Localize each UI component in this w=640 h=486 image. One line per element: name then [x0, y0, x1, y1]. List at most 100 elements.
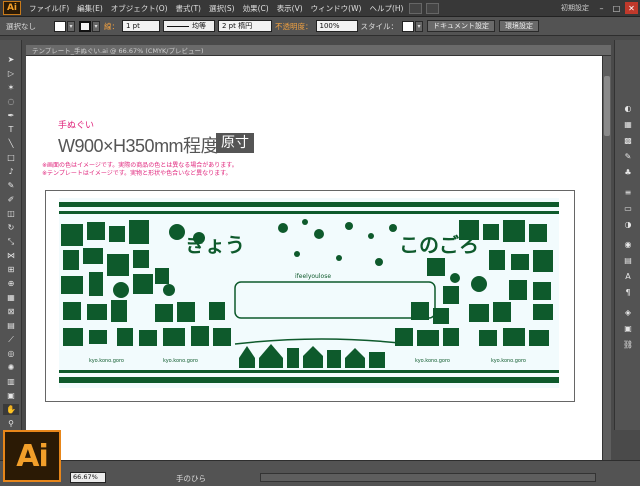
line-tool-icon[interactable]: ╲ — [3, 138, 19, 149]
menu-effect[interactable]: 効果(C) — [239, 3, 273, 14]
art-tag-4: kyo.kono.goro — [491, 358, 526, 364]
paintbrush-tool-icon[interactable]: ♪ — [3, 166, 19, 177]
selection-tool-icon[interactable]: ➤ — [3, 54, 19, 65]
maximize-icon[interactable]: □ — [610, 2, 623, 14]
menu-select[interactable]: 選択(S) — [205, 3, 239, 14]
tenugui-illustration: きょう このごろ ifeelyoulose kyo.kono.goro kyo.… — [59, 202, 559, 383]
tenugui-artwork[interactable]: きょう このごろ ifeelyoulose kyo.kono.goro kyo.… — [59, 198, 559, 388]
type-tool-icon[interactable]: T — [3, 124, 19, 135]
document-tab[interactable]: テンプレート_手ぬぐい.ai @ 66.67% (CMYK/プレビュー) — [26, 45, 611, 56]
art-text-kyou: きょう — [185, 233, 245, 257]
menu-help[interactable]: ヘルプ(H) — [365, 3, 407, 14]
menu-window[interactable]: ウィンドウ(W) — [307, 3, 366, 14]
product-size: W900×H350mm程度 — [58, 136, 219, 156]
graphic-styles-icon[interactable]: ▤ — [621, 254, 635, 266]
menu-bar: Ai ファイル(F) 編集(E) オブジェクト(O) 書式(T) 選択(S) 効… — [0, 0, 640, 17]
stroke-label[interactable]: 線： — [104, 21, 119, 32]
menu-file[interactable]: ファイル(F) — [25, 3, 73, 14]
scale-tool-icon[interactable]: ⤡ — [3, 236, 19, 247]
selection-status: 選択なし — [6, 21, 36, 31]
stroke-style-select[interactable]: 均等 — [163, 20, 215, 32]
zoom-tool-icon[interactable]: ⚲ — [3, 418, 19, 429]
perspective-grid-tool-icon[interactable]: ▦ — [3, 292, 19, 303]
links-panel-icon[interactable]: ⛓ — [621, 338, 635, 350]
stroke-style-value: 均等 — [192, 22, 206, 30]
magic-wand-tool-icon[interactable]: ✶ — [3, 82, 19, 93]
document-tab-label: テンプレート_手ぬぐい.ai @ 66.67% (CMYK/プレビュー) — [32, 47, 204, 55]
transparency-panel-icon[interactable]: ◑ — [621, 218, 635, 230]
swatches-panel-icon[interactable]: ▩ — [621, 134, 635, 146]
color-panel-icon[interactable]: ◐ — [621, 102, 635, 114]
opacity-field[interactable]: 100% — [315, 20, 358, 32]
artboard-canvas[interactable]: 手ぬぐい W900×H350mm程度 原寸 ※画面の色はイメージです。実際の商品… — [26, 56, 611, 460]
panel-dock: ◐ ▦ ▩ ✎ ♣ ≡ ▭ ◑ ◉ ▤ A ¶ ◈ ▣ ⛓ — [614, 40, 640, 430]
close-icon[interactable]: ✕ — [625, 2, 638, 14]
bridge-icon[interactable] — [409, 2, 423, 14]
art-text-feel: ifeelyoulose — [295, 273, 331, 280]
artboard-tool-icon[interactable]: ▣ — [3, 390, 19, 401]
current-tool-label: 手のひら — [176, 474, 206, 483]
color-guide-icon[interactable]: ▦ — [621, 118, 635, 130]
document-setup-button[interactable]: ドキュメント設定 — [427, 20, 495, 32]
lasso-tool-icon[interactable]: ◌ — [3, 96, 19, 107]
width-tool-icon[interactable]: ⋈ — [3, 250, 19, 261]
workspace-switcher[interactable]: 初期設定 — [561, 3, 589, 13]
chevron-down-icon[interactable]: ▾ — [415, 20, 423, 32]
arrange-documents-icon[interactable] — [426, 2, 440, 14]
symbol-sprayer-tool-icon[interactable]: ✺ — [3, 362, 19, 373]
paragraph-panel-icon[interactable]: ¶ — [621, 286, 635, 298]
product-subtitle: 手ぬぐい — [58, 121, 95, 131]
blend-tool-icon[interactable]: ◎ — [3, 348, 19, 359]
pencil-tool-icon[interactable]: ✎ — [3, 180, 19, 191]
menu-view[interactable]: 表示(V) — [273, 3, 307, 14]
art-text-konogoro: このごろ — [399, 233, 479, 257]
shape-builder-tool-icon[interactable]: ⊕ — [3, 278, 19, 289]
column-graph-tool-icon[interactable]: ▥ — [3, 376, 19, 387]
menu-edit[interactable]: 編集(E) — [73, 3, 107, 14]
vertical-scrollbar[interactable] — [602, 56, 611, 460]
menu-object[interactable]: オブジェクト(O) — [107, 3, 172, 14]
appearance-panel-icon[interactable]: ◉ — [621, 238, 635, 250]
artboards-panel-icon[interactable]: ▣ — [621, 322, 635, 334]
chevron-down-icon[interactable]: ▾ — [92, 20, 100, 32]
minimize-icon[interactable]: – — [595, 2, 608, 14]
note-line-2: ※テンプレートはイメージです。実物と形状や色合いなど異なります。 — [42, 170, 232, 177]
status-bar: 66.67% 手のひら — [0, 460, 640, 486]
menu-type[interactable]: 書式(T) — [172, 3, 205, 14]
direct-selection-tool-icon[interactable]: ▷ — [3, 68, 19, 79]
preferences-button[interactable]: 環境設定 — [499, 20, 539, 32]
eraser-tool-icon[interactable]: ◫ — [3, 208, 19, 219]
gradient-tool-icon[interactable]: ▤ — [3, 320, 19, 331]
stroke-weight-field[interactable]: 1 pt — [122, 20, 160, 32]
horizontal-scrollbar[interactable] — [260, 473, 596, 482]
rectangle-tool-icon[interactable]: □ — [3, 152, 19, 163]
stroke-panel-icon[interactable]: ≡ — [621, 186, 635, 198]
hand-tool-icon[interactable]: ✋ — [3, 404, 19, 415]
pen-tool-icon[interactable]: ✒ — [3, 110, 19, 121]
vertical-scroll-thumb[interactable] — [604, 76, 610, 136]
mesh-tool-icon[interactable]: ⊠ — [3, 306, 19, 317]
chevron-down-icon[interactable]: ▾ — [67, 20, 75, 32]
graphic-style-swatch[interactable] — [402, 20, 414, 32]
art-tag-2: kyo.kono.goro — [163, 358, 198, 364]
layers-panel-icon[interactable]: ◈ — [621, 306, 635, 318]
brushes-panel-icon[interactable]: ✎ — [621, 150, 635, 162]
eyedropper-tool-icon[interactable]: ⟋ — [3, 334, 19, 345]
fill-swatch[interactable] — [54, 20, 66, 32]
gradient-panel-icon[interactable]: ▭ — [621, 202, 635, 214]
style-label: スタイル： — [360, 21, 399, 31]
free-transform-tool-icon[interactable]: ⊞ — [3, 264, 19, 275]
app-logo: Ai — [3, 1, 21, 15]
symbols-panel-icon[interactable]: ♣ — [621, 166, 635, 178]
illustrator-logo: Ai — [3, 430, 61, 482]
zoom-field[interactable]: 66.67% — [70, 472, 106, 483]
brush-select[interactable]: 2 pt 楕円 — [218, 20, 272, 32]
opacity-label[interactable]: 不透明度： — [275, 21, 313, 32]
art-tag-1: kyo.kono.goro — [89, 358, 124, 364]
full-size-badge: 原寸 — [216, 133, 254, 153]
rotate-tool-icon[interactable]: ↻ — [3, 222, 19, 233]
blob-brush-tool-icon[interactable]: ✐ — [3, 194, 19, 205]
character-panel-icon[interactable]: A — [621, 270, 635, 282]
stroke-swatch[interactable] — [79, 20, 91, 32]
illustrator-window: Ai ファイル(F) 編集(E) オブジェクト(O) 書式(T) 選択(S) 効… — [0, 0, 640, 486]
